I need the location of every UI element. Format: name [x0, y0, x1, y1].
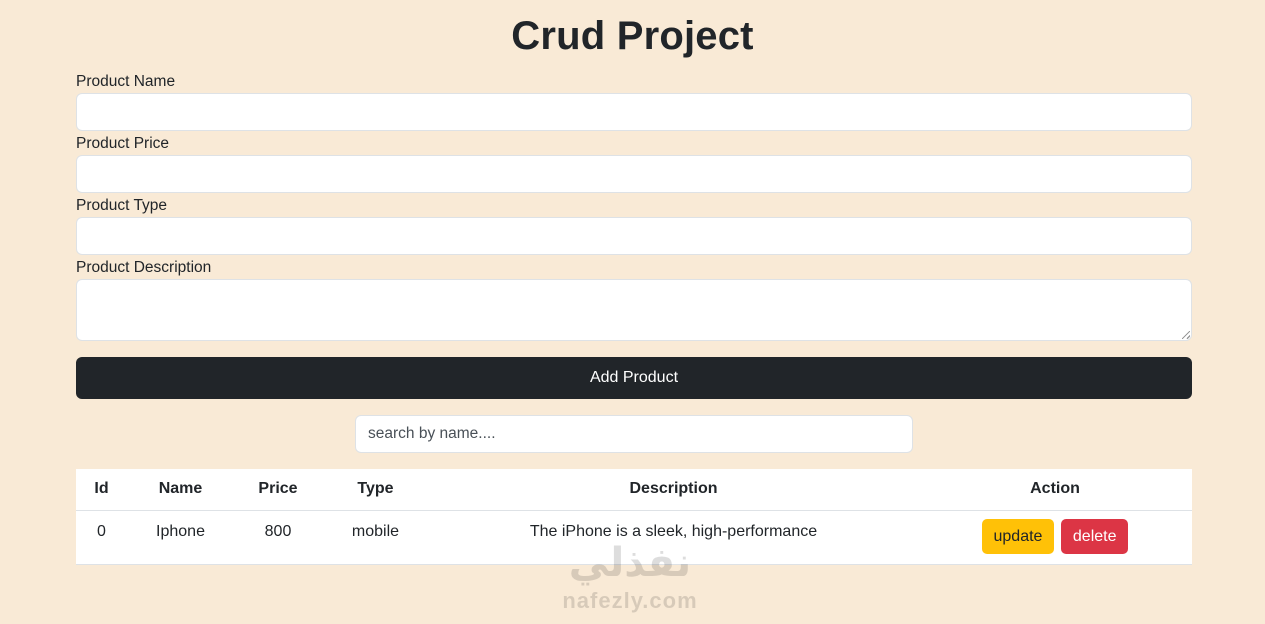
- product-price-input[interactable]: [76, 155, 1192, 193]
- header-id: Id: [76, 469, 127, 511]
- watermark-latin-text: nafezly.com: [562, 588, 698, 613]
- product-type-label: Product Type: [76, 197, 168, 214]
- cell-action: update delete: [918, 510, 1192, 565]
- header-price: Price: [234, 469, 322, 511]
- update-button[interactable]: update: [981, 518, 1055, 554]
- products-table-wrapper: Id Name Price Type Description Action 0 …: [76, 469, 1192, 565]
- add-product-button[interactable]: Add Product: [76, 357, 1192, 399]
- table-row: 0 Iphone 800 mobile The iPhone is a slee…: [76, 510, 1192, 565]
- cell-description: The iPhone is a sleek, high-performance: [429, 510, 918, 565]
- page-title: Crud Project: [511, 14, 754, 58]
- resize-handle-icon[interactable]: [1182, 331, 1190, 339]
- delete-button[interactable]: delete: [1060, 518, 1129, 554]
- product-type-input[interactable]: [76, 217, 1192, 255]
- cell-name: Iphone: [127, 510, 234, 565]
- table-header-row: Id Name Price Type Description Action: [76, 469, 1192, 511]
- header-name: Name: [127, 469, 234, 511]
- product-name-input[interactable]: [76, 93, 1192, 131]
- product-price-label: Product Price: [76, 135, 170, 152]
- product-description-textarea[interactable]: [76, 279, 1192, 341]
- app-root: Crud Project Product Name Product Price …: [0, 0, 1265, 624]
- products-table: Id Name Price Type Description Action 0 …: [76, 469, 1192, 565]
- header-action: Action: [918, 469, 1192, 511]
- product-name-label: Product Name: [76, 73, 176, 90]
- search-input[interactable]: [355, 415, 913, 453]
- product-description-wrapper: [76, 279, 1192, 341]
- header-description: Description: [429, 469, 918, 511]
- product-description-label: Product Description: [76, 259, 212, 276]
- header-type: Type: [322, 469, 429, 511]
- cell-id: 0: [76, 510, 127, 565]
- cell-type: mobile: [322, 510, 429, 565]
- cell-price: 800: [234, 510, 322, 565]
